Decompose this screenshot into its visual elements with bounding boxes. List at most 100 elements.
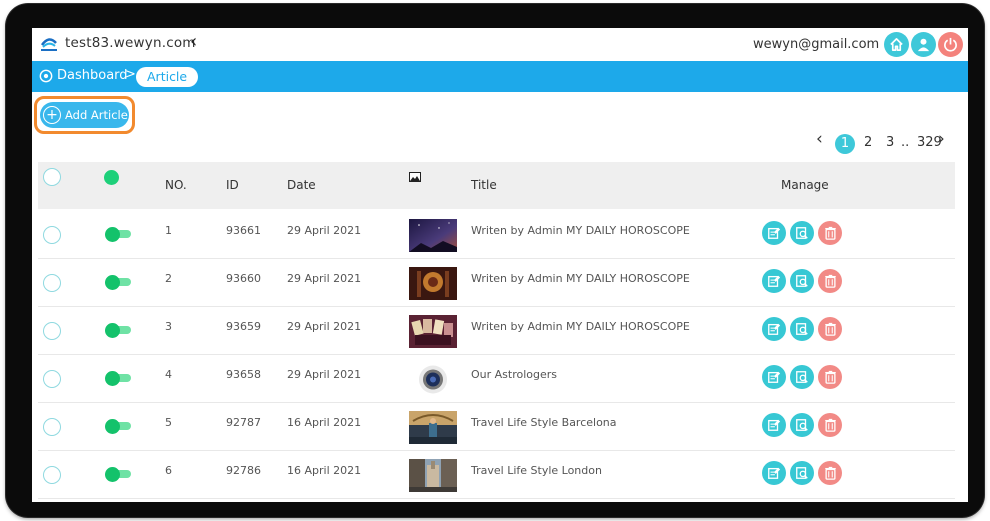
- view-button[interactable]: [790, 221, 814, 245]
- toggle-knob: [105, 275, 120, 290]
- edit-button[interactable]: [762, 365, 786, 389]
- pagination-ellipsis: ..: [901, 135, 910, 150]
- row-date: 29 April 2021: [287, 224, 362, 237]
- site-name: test83.wewyn.com: [65, 35, 196, 51]
- edit-icon: [768, 275, 781, 287]
- trash-icon: [824, 370, 836, 384]
- row-title: Writen by Admin MY DAILY HOROSCOPE: [471, 320, 690, 333]
- edit-button[interactable]: [762, 269, 786, 293]
- edit-icon: [768, 371, 781, 383]
- row-title: Writen by Admin MY DAILY HOROSCOPE: [471, 272, 690, 285]
- user-email: wewyn@gmail.com: [753, 37, 880, 52]
- delete-button[interactable]: [818, 365, 842, 389]
- home-icon: [890, 38, 903, 51]
- device-frame: test83.wewyn.com ‹ wewyn@gmail.com Dashb…: [6, 4, 984, 517]
- row-thumbnail: [409, 315, 457, 348]
- gear-icon: [39, 69, 53, 82]
- trash-icon: [824, 226, 836, 240]
- view-button[interactable]: [790, 269, 814, 293]
- row-select-checkbox[interactable]: [43, 226, 61, 244]
- table-row: 6 92786 16 April 2021 Travel Life Style …: [38, 451, 955, 499]
- power-icon: [944, 37, 957, 52]
- row-select-checkbox[interactable]: [43, 274, 61, 292]
- pagination-page-1[interactable]: 1: [835, 134, 855, 154]
- preview-icon: [796, 419, 808, 431]
- row-title: Our Astrologers: [471, 368, 558, 381]
- row-select-checkbox[interactable]: [43, 418, 61, 436]
- edit-button[interactable]: [762, 221, 786, 245]
- app-screen: test83.wewyn.com ‹ wewyn@gmail.com Dashb…: [32, 28, 968, 502]
- preview-icon: [796, 227, 808, 239]
- collapse-chevron-icon[interactable]: ‹: [190, 31, 197, 52]
- view-button[interactable]: [790, 365, 814, 389]
- add-article-highlight: + Add Article: [34, 96, 135, 134]
- row-thumbnail: [409, 219, 457, 252]
- row-status-toggle[interactable]: [105, 419, 131, 434]
- trash-icon: [824, 418, 836, 432]
- preview-icon: [796, 467, 808, 479]
- delete-button[interactable]: [818, 317, 842, 341]
- breadcrumb-current: Article: [136, 67, 199, 87]
- row-id: 93660: [226, 272, 261, 285]
- toggle-knob: [105, 323, 120, 338]
- row-status-toggle[interactable]: [105, 323, 131, 338]
- toggle-knob: [105, 419, 120, 434]
- toggle-knob: [105, 371, 120, 386]
- pagination-page-2[interactable]: 2: [864, 135, 872, 157]
- pagination-page-3[interactable]: 3: [886, 135, 894, 157]
- edit-button[interactable]: [762, 413, 786, 437]
- row-date: 16 April 2021: [287, 416, 362, 429]
- logout-button[interactable]: [938, 32, 963, 57]
- table-row: 5 92787 16 April 2021 Travel Life Style …: [38, 403, 955, 451]
- column-header-id: ID: [226, 178, 239, 192]
- toggle-knob: [105, 467, 120, 482]
- row-status-toggle[interactable]: [105, 227, 131, 242]
- delete-button[interactable]: [818, 461, 842, 485]
- plus-icon: +: [43, 106, 61, 124]
- home-button[interactable]: [884, 32, 909, 57]
- image-column-icon: [409, 172, 421, 182]
- pagination-prev-icon[interactable]: ‹: [816, 129, 823, 151]
- profile-button[interactable]: [911, 32, 936, 57]
- breadcrumb-separator: >: [125, 67, 136, 82]
- row-number: 3: [165, 320, 172, 333]
- pagination-next-icon[interactable]: ›: [938, 129, 945, 151]
- edit-button[interactable]: [762, 317, 786, 341]
- column-header-manage: Manage: [781, 178, 829, 192]
- row-thumbnail: [409, 411, 457, 444]
- table-row: 3 93659 29 April 2021 Writen by Admin MY…: [38, 307, 955, 355]
- edit-button[interactable]: [762, 461, 786, 485]
- user-icon: [917, 38, 930, 52]
- status-all-indicator: [104, 170, 119, 185]
- view-button[interactable]: [790, 317, 814, 341]
- preview-icon: [796, 275, 808, 287]
- table-row: 2 93660 29 April 2021 Writen by Admin MY…: [38, 259, 955, 307]
- row-status-toggle[interactable]: [105, 371, 131, 386]
- row-thumbnail: [409, 363, 457, 396]
- row-number: 6: [165, 464, 172, 477]
- row-number: 4: [165, 368, 172, 381]
- delete-button[interactable]: [818, 413, 842, 437]
- row-select-checkbox[interactable]: [43, 466, 61, 484]
- add-article-button[interactable]: + Add Article: [40, 102, 129, 128]
- row-status-toggle[interactable]: [105, 467, 131, 482]
- table-row: 1 93661 29 April 2021 Writen by Admin MY…: [38, 211, 955, 259]
- table-header: NO. ID Date Title Manage: [38, 162, 955, 209]
- row-select-checkbox[interactable]: [43, 370, 61, 388]
- breadcrumb-dashboard[interactable]: Dashboard: [39, 68, 128, 83]
- view-button[interactable]: [790, 413, 814, 437]
- delete-button[interactable]: [818, 269, 842, 293]
- column-header-no: NO.: [165, 178, 187, 192]
- view-button[interactable]: [790, 461, 814, 485]
- row-title: Travel Life Style London: [471, 464, 602, 477]
- row-id: 92786: [226, 464, 261, 477]
- delete-button[interactable]: [818, 221, 842, 245]
- row-date: 16 April 2021: [287, 464, 362, 477]
- row-status-toggle[interactable]: [105, 275, 131, 290]
- breadcrumb-dashboard-label: Dashboard: [57, 68, 128, 83]
- select-all-checkbox[interactable]: [43, 168, 61, 186]
- row-select-checkbox[interactable]: [43, 322, 61, 340]
- toggle-knob: [105, 227, 120, 242]
- edit-icon: [768, 467, 781, 479]
- row-id: 93661: [226, 224, 261, 237]
